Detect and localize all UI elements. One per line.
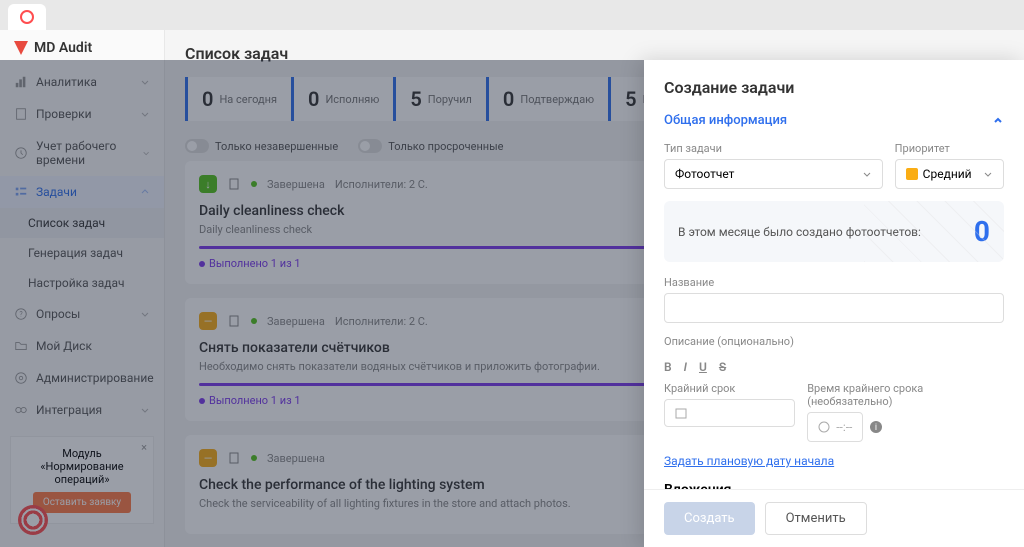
description-label: Описание (опционально): [664, 335, 1004, 348]
strikethrough-button[interactable]: S: [719, 360, 726, 374]
gear-icon: [14, 371, 28, 385]
chart-icon: [14, 75, 28, 89]
priority-select[interactable]: Средний: [895, 159, 1004, 189]
deadline-date-input[interactable]: [664, 399, 795, 427]
status-dot: [251, 181, 257, 187]
status-dot: [251, 318, 257, 324]
task-type-label: Тип задачи: [664, 142, 883, 155]
priority-medium-icon: [906, 168, 918, 180]
stat-assigned[interactable]: 5Поручил: [393, 77, 486, 121]
logo-icon: [14, 41, 28, 55]
deadline-time-label: Время крайнего срока (необязательно): [807, 382, 1004, 408]
drawer-footer: Создать Отменить: [644, 489, 1024, 547]
editor-toolbar: B I U S: [664, 352, 1004, 382]
create-task-drawer: Создание задачи Общая информация Тип зад…: [644, 60, 1024, 547]
priority-label: Приоритет: [895, 142, 1004, 155]
stat-confirming[interactable]: 0Подтверждаю: [486, 77, 608, 121]
task-type-icon: —: [199, 312, 217, 330]
info-banner: В этом месяце было создано фотоотчетов: …: [664, 201, 1004, 262]
nav-analytics[interactable]: Аналитика: [0, 66, 164, 98]
svg-text:i: i: [875, 423, 877, 433]
nav-sub-tasksettings[interactable]: Настройка задач: [0, 268, 164, 298]
clock-icon: [14, 146, 28, 160]
toggle-uncompleted[interactable]: Только незавершенные: [185, 139, 338, 153]
close-icon[interactable]: ×: [141, 441, 147, 454]
nav-sub-taskgen[interactable]: Генерация задач: [0, 238, 164, 268]
nav-admin[interactable]: Администрирование: [0, 362, 164, 394]
app-logo: MD Audit: [0, 30, 164, 66]
nav-surveys[interactable]: ?Опросы: [0, 298, 164, 330]
question-icon: ?: [14, 307, 28, 321]
section-general-info[interactable]: Общая информация: [664, 113, 1004, 128]
clipboard-icon: [227, 451, 241, 465]
chevron-up-icon: [992, 115, 1004, 127]
tasks-icon: [14, 185, 28, 199]
chevron-down-icon: [983, 169, 993, 179]
help-icon[interactable]: [18, 505, 48, 535]
underline-button[interactable]: U: [699, 360, 707, 374]
browser-tab[interactable]: [8, 4, 46, 30]
task-type-icon: —: [199, 449, 217, 467]
deadline-time-input[interactable]: --:--: [807, 412, 863, 442]
chevron-down-icon: [140, 309, 150, 319]
status-dot: [251, 455, 257, 461]
svg-text:?: ?: [19, 311, 23, 319]
promo-button[interactable]: Оставить заявку: [33, 492, 131, 513]
nav-checks[interactable]: Проверки: [0, 98, 164, 130]
nav-sub-tasklist[interactable]: Список задач: [0, 208, 164, 238]
plan-date-link[interactable]: Задать плановую дату начала: [664, 454, 1004, 468]
app-name: MD Audit: [34, 40, 92, 56]
chevron-up-icon: [140, 187, 150, 197]
download-icon: ↓: [199, 175, 217, 193]
calendar-icon: [675, 407, 687, 419]
deadline-label: Крайний срок: [664, 382, 795, 395]
stat-executing[interactable]: 0Исполняю: [291, 77, 393, 121]
name-input[interactable]: [664, 293, 1004, 323]
clipboard-icon: [227, 314, 241, 328]
sidebar: MD Audit Аналитика Проверки Учет рабочег…: [0, 30, 165, 547]
chevron-down-icon: [140, 77, 150, 87]
link-icon: [14, 403, 28, 417]
clock-icon: [818, 421, 830, 433]
create-button[interactable]: Создать: [664, 502, 755, 535]
bold-button[interactable]: B: [664, 360, 672, 374]
chevron-down-icon: [140, 109, 150, 119]
italic-button[interactable]: I: [684, 360, 687, 374]
chevron-down-icon: [862, 169, 872, 179]
cancel-button[interactable]: Отменить: [765, 502, 867, 535]
banner-pattern: [864, 201, 1004, 262]
clipboard-icon: [14, 107, 28, 121]
name-label: Название: [664, 276, 1004, 289]
toggle-overdue[interactable]: Только просроченные: [358, 139, 503, 153]
nav-tasks[interactable]: Задачи: [0, 176, 164, 208]
nav-mydisk[interactable]: Мой Диск: [0, 330, 164, 362]
folder-icon: [14, 339, 28, 353]
info-icon[interactable]: i: [869, 420, 883, 434]
chevron-down-icon: [140, 405, 150, 415]
tab-icon: [20, 10, 34, 24]
clipboard-icon: [227, 177, 241, 191]
nav-integration[interactable]: Интеграция: [0, 394, 164, 426]
nav-timetracking[interactable]: Учет рабочего времени: [0, 130, 164, 176]
browser-chrome: [0, 0, 1024, 30]
chevron-down-icon: [142, 148, 150, 158]
task-type-select[interactable]: Фотоотчет: [664, 159, 883, 189]
promo-title: Модуль «Нормирование операций»: [21, 447, 143, 486]
drawer-title: Создание задачи: [664, 78, 1004, 97]
attachments-title: Вложения: [664, 482, 1004, 489]
stat-today[interactable]: 0На сегодня: [185, 77, 291, 121]
